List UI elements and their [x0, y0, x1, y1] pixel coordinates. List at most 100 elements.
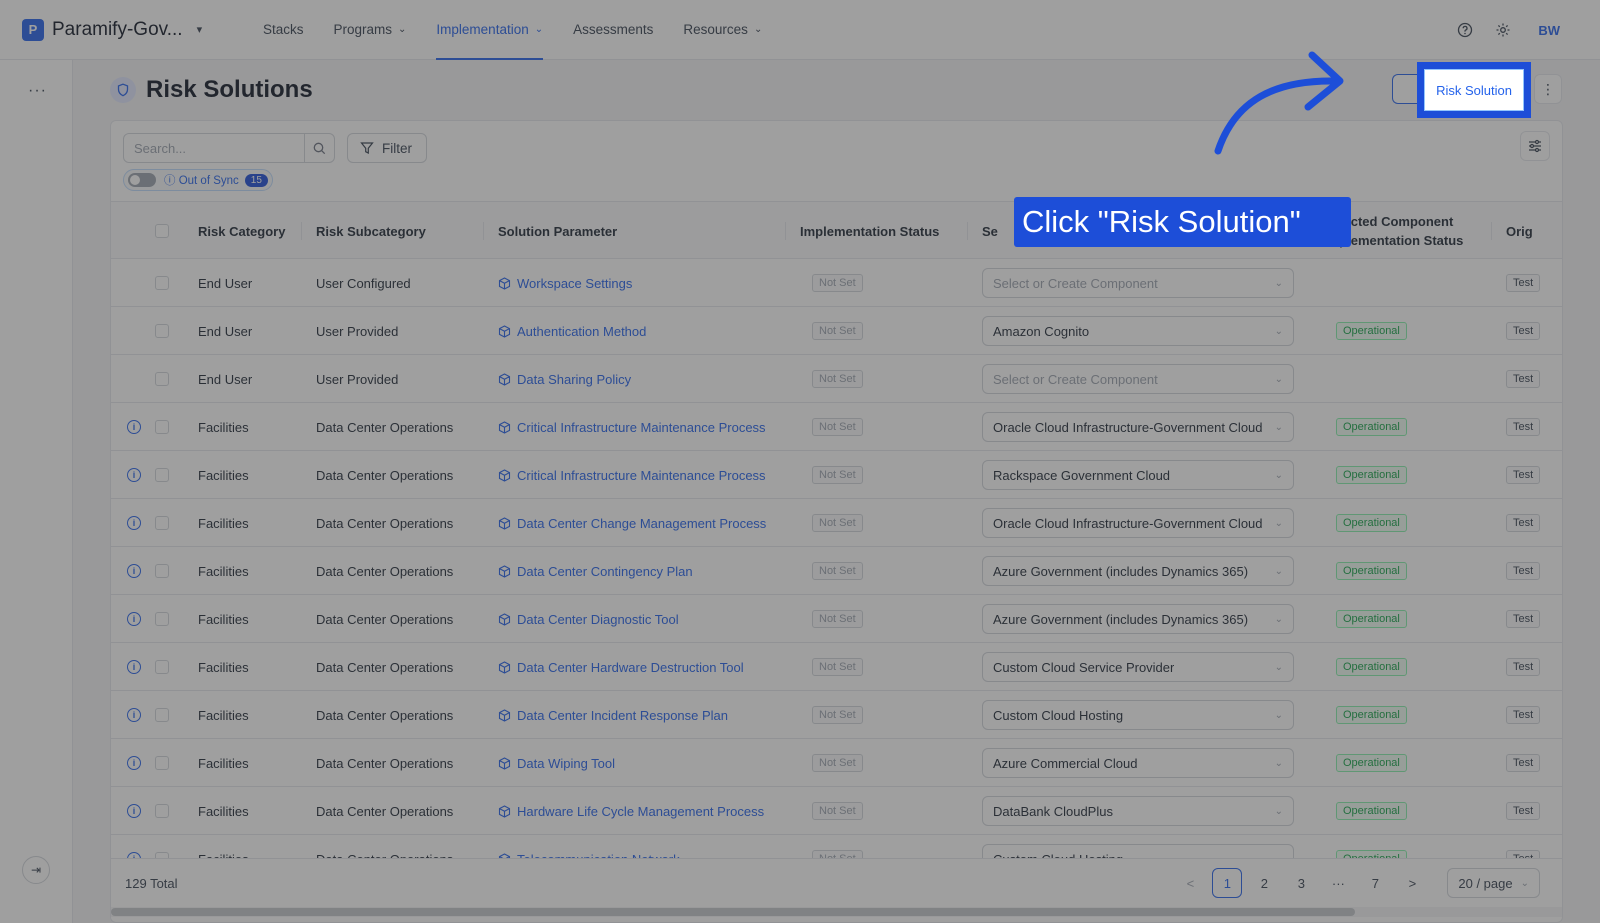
- more-dots-icon[interactable]: ···: [28, 82, 47, 100]
- status-badge[interactable]: Not Set: [812, 706, 863, 724]
- filter-button[interactable]: Filter: [347, 133, 427, 163]
- status-badge[interactable]: Not Set: [812, 610, 863, 628]
- row-checkbox[interactable]: [155, 643, 169, 691]
- row-checkbox[interactable]: [155, 403, 169, 451]
- table-row[interactable]: i Facilities Data Center Operations Data Wi…: [111, 739, 1562, 787]
- status-badge[interactable]: Not Set: [812, 370, 863, 388]
- info-icon[interactable]: i: [127, 564, 141, 578]
- solution-parameter-link[interactable]: Workspace Settings: [498, 276, 632, 291]
- info-icon[interactable]: i: [127, 660, 141, 674]
- row-checkbox[interactable]: [155, 691, 169, 739]
- status-badge[interactable]: Not Set: [812, 466, 863, 484]
- status-badge[interactable]: Not Set: [812, 658, 863, 676]
- solution-parameter-link[interactable]: Critical Infrastructure Maintenance Proc…: [498, 420, 766, 435]
- scrollbar-thumb[interactable]: [111, 908, 1355, 916]
- info-icon[interactable]: i: [127, 516, 141, 530]
- table-row[interactable]: End User User Configured Workspace Setting…: [111, 259, 1562, 307]
- status-badge[interactable]: Not Set: [812, 562, 863, 580]
- component-select[interactable]: Custom Cloud Service Provider ⌄: [982, 652, 1294, 682]
- column-divider[interactable]: [1491, 222, 1492, 240]
- solution-parameter-link[interactable]: Data Center Hardware Destruction Tool: [498, 660, 744, 675]
- solution-parameter-link[interactable]: Data Center Incident Response Plan: [498, 708, 728, 723]
- prev-page-button[interactable]: <: [1175, 868, 1205, 898]
- nav-item-assessments[interactable]: Assessments: [558, 0, 668, 60]
- component-select[interactable]: Custom Cloud Hosting ⌄: [982, 700, 1294, 730]
- gear-icon[interactable]: [1494, 21, 1512, 39]
- solution-parameter-link[interactable]: Hardware Life Cycle Management Process: [498, 804, 764, 819]
- info-icon[interactable]: i: [127, 708, 141, 722]
- table-row[interactable]: i Facilities Data Center Operations Hardwar…: [111, 787, 1562, 835]
- nav-item-resources[interactable]: Resources ⌄: [668, 0, 777, 60]
- next-page-button[interactable]: >: [1397, 868, 1427, 898]
- component-select[interactable]: Amazon Cognito ⌄: [982, 316, 1294, 346]
- table-row[interactable]: End User User Provided Data Sharing Policy…: [111, 355, 1562, 403]
- page-button[interactable]: 3: [1286, 868, 1316, 898]
- secondary-action-button[interactable]: [1392, 74, 1419, 104]
- solution-parameter-link[interactable]: Data Center Contingency Plan: [498, 564, 693, 579]
- status-badge[interactable]: Not Set: [812, 754, 863, 772]
- out-of-sync-toggle[interactable]: ⓘ Out of Sync 15: [123, 169, 273, 191]
- collapse-sidebar-icon[interactable]: ⇥: [22, 856, 50, 884]
- page-button[interactable]: 2: [1249, 868, 1279, 898]
- search-input[interactable]: Search...: [123, 133, 305, 163]
- column-header[interactable]: Se: [982, 202, 998, 260]
- column-divider[interactable]: [301, 222, 302, 240]
- solution-parameter-link[interactable]: Critical Infrastructure Maintenance Proc…: [498, 468, 766, 483]
- table-row[interactable]: i Facilities Data Center Operations Data Ce…: [111, 691, 1562, 739]
- solution-parameter-link[interactable]: Data Wiping Tool: [498, 756, 615, 771]
- component-select[interactable]: Oracle Cloud Infrastructure-Government C…: [982, 412, 1294, 442]
- avatar[interactable]: BW: [1538, 23, 1560, 38]
- table-row[interactable]: i Facilities Data Center Operations Data Ce…: [111, 499, 1562, 547]
- page-size-select[interactable]: 20 / page ⌄: [1447, 868, 1540, 898]
- status-badge[interactable]: Not Set: [812, 514, 863, 532]
- component-select[interactable]: Select or Create Component ⌄: [982, 268, 1294, 298]
- table-row[interactable]: i Facilities Data Center Operations Data Ce…: [111, 643, 1562, 691]
- component-select[interactable]: Select or Create Component ⌄: [982, 364, 1294, 394]
- status-badge[interactable]: Not Set: [812, 802, 863, 820]
- component-select[interactable]: DataBank CloudPlus ⌄: [982, 796, 1294, 826]
- info-icon[interactable]: i: [127, 756, 141, 770]
- table-row[interactable]: i Facilities Data Center Operations Data Ce…: [111, 595, 1562, 643]
- table-row[interactable]: i Facilities Data Center Operations Data Ce…: [111, 547, 1562, 595]
- org-switcher[interactable]: P Paramify-Gov... ▾: [22, 18, 222, 41]
- status-badge[interactable]: Not Set: [812, 322, 863, 340]
- solution-parameter-link[interactable]: Data Center Diagnostic Tool: [498, 612, 679, 627]
- column-divider[interactable]: [483, 222, 484, 240]
- nav-item-programs[interactable]: Programs ⌄: [319, 0, 422, 60]
- component-select[interactable]: Azure Government (includes Dynamics 365)…: [982, 604, 1294, 634]
- nav-item-implementation[interactable]: Implementation ⌄: [421, 0, 558, 60]
- column-header[interactable]: Orig: [1506, 202, 1533, 260]
- row-checkbox[interactable]: [155, 451, 169, 499]
- row-checkbox[interactable]: [155, 547, 169, 595]
- column-header[interactable]: Risk Subcategory: [316, 202, 426, 260]
- table-row[interactable]: i Facilities Data Center Operations Critica…: [111, 451, 1562, 499]
- row-checkbox[interactable]: [155, 787, 169, 835]
- row-checkbox[interactable]: [155, 499, 169, 547]
- toggle-switch[interactable]: [128, 173, 156, 187]
- page-ellipsis[interactable]: ···: [1323, 868, 1353, 898]
- table-row[interactable]: i Facilities Data Center Operations Critica…: [111, 403, 1562, 451]
- component-select[interactable]: Azure Commercial Cloud ⌄: [982, 748, 1294, 778]
- horizontal-scrollbar[interactable]: [111, 907, 1562, 917]
- search-icon[interactable]: [305, 133, 335, 163]
- page-button[interactable]: 1: [1212, 868, 1243, 898]
- highlighted-risk-solution-button[interactable]: Risk Solution: [1417, 62, 1531, 118]
- page-button[interactable]: 7: [1360, 868, 1390, 898]
- select-all-checkbox[interactable]: [155, 202, 169, 260]
- table-row[interactable]: End User User Provided Authentication Meth…: [111, 307, 1562, 355]
- nav-item-stacks[interactable]: Stacks: [248, 0, 319, 60]
- row-checkbox[interactable]: [155, 739, 169, 787]
- column-header[interactable]: Solution Parameter: [498, 202, 617, 260]
- info-icon[interactable]: i: [127, 468, 141, 482]
- column-divider[interactable]: [785, 222, 786, 240]
- solution-parameter-link[interactable]: Data Center Change Management Process: [498, 516, 766, 531]
- solution-parameter-link[interactable]: Data Sharing Policy: [498, 372, 631, 387]
- component-select[interactable]: Oracle Cloud Infrastructure-Government C…: [982, 508, 1294, 538]
- column-divider[interactable]: [967, 222, 968, 240]
- row-checkbox[interactable]: [155, 595, 169, 643]
- column-header[interactable]: Risk Category: [198, 202, 285, 260]
- info-icon[interactable]: i: [127, 420, 141, 434]
- component-select[interactable]: Azure Government (includes Dynamics 365)…: [982, 556, 1294, 586]
- row-checkbox[interactable]: [155, 259, 169, 307]
- help-icon[interactable]: [1456, 21, 1474, 39]
